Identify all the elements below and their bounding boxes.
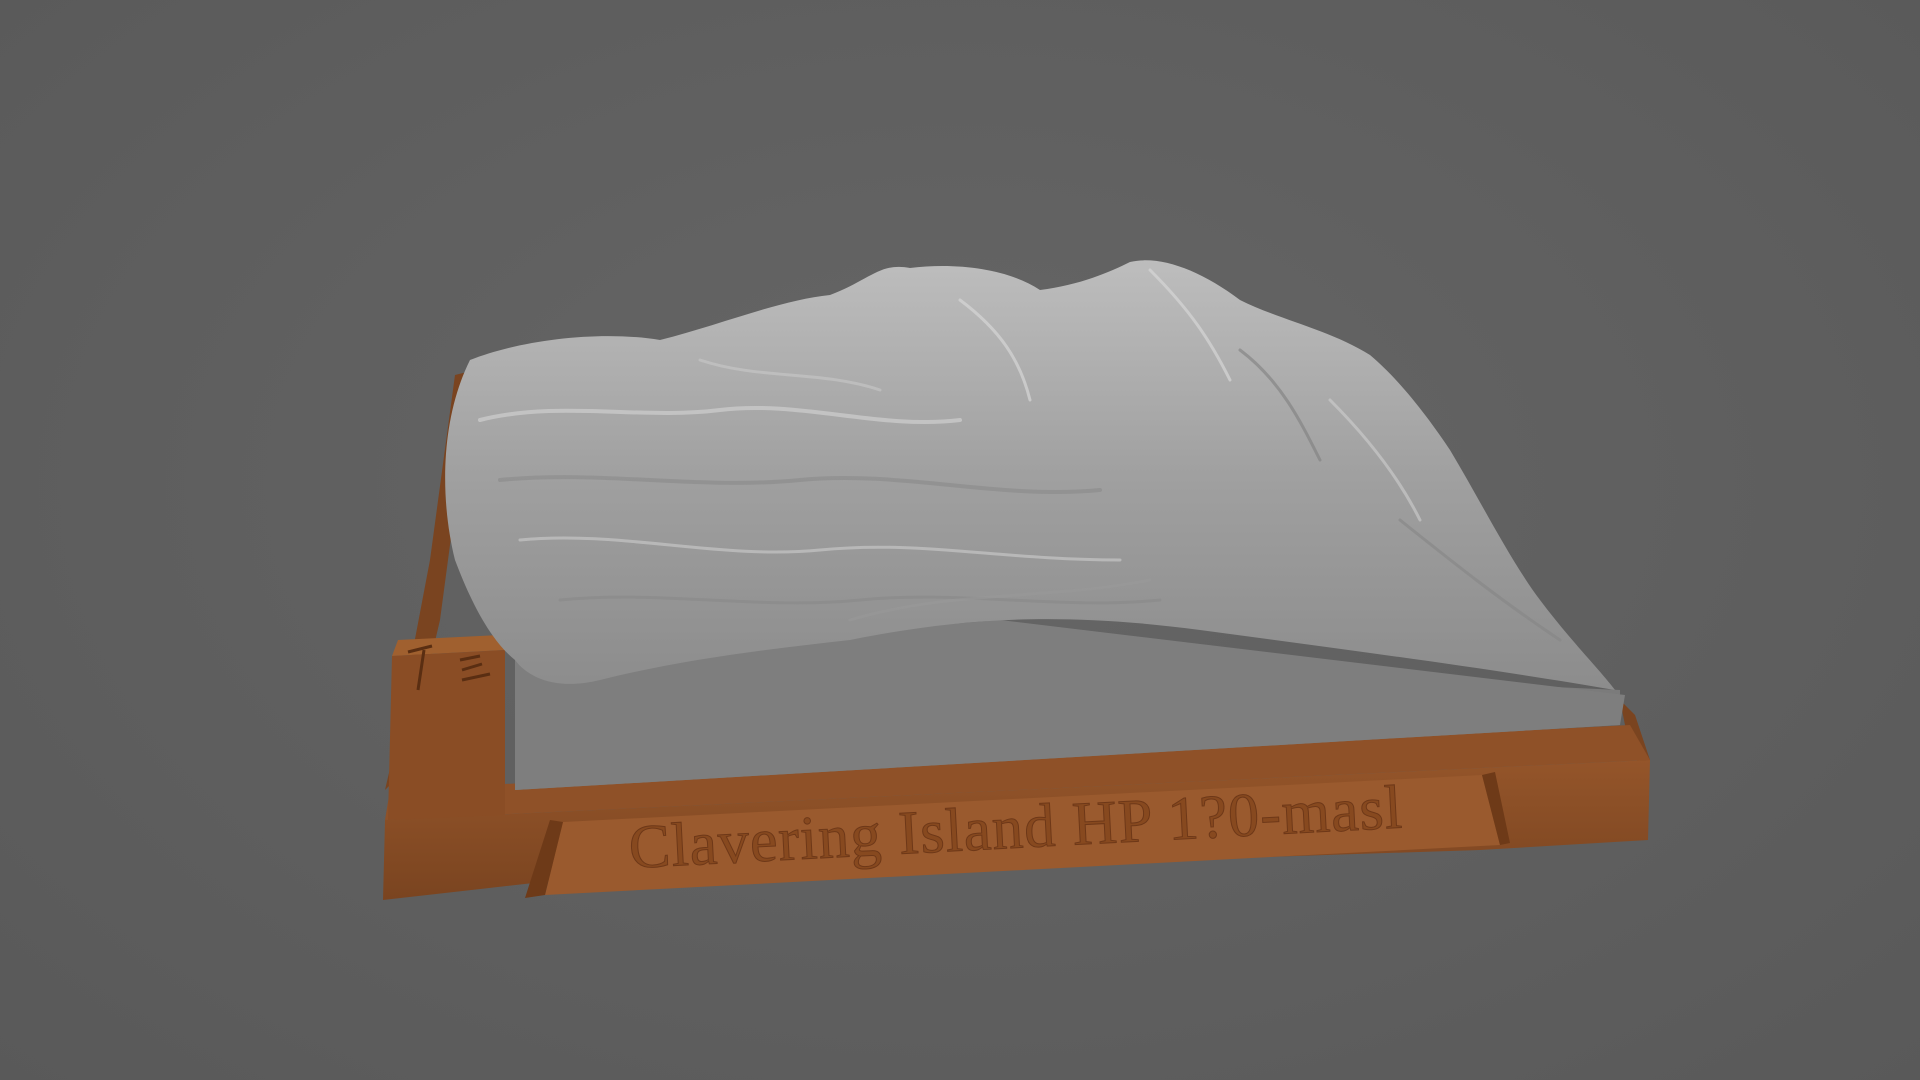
3d-viewport[interactable]: Clavering Island HP 1?0-masl: [0, 0, 1920, 1080]
terrain-model-scene: Clavering Island HP 1?0-masl: [383, 260, 1650, 900]
